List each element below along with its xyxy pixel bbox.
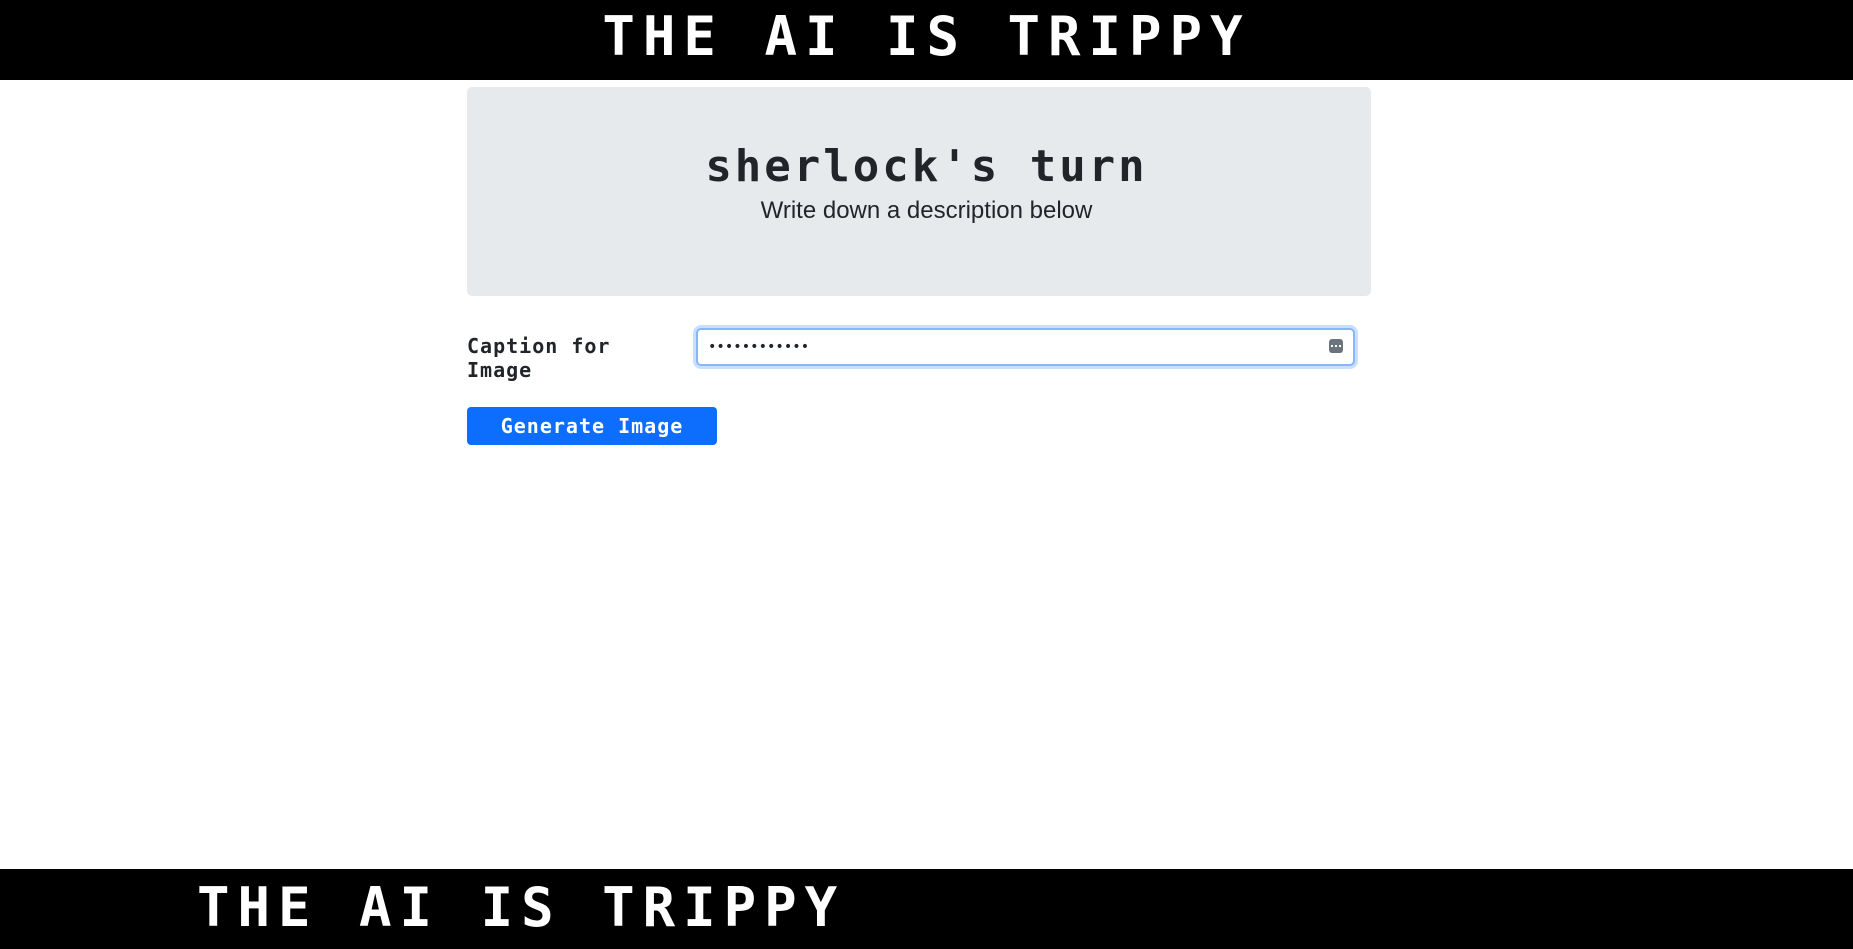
turn-subtitle: Write down a description below	[760, 197, 1093, 224]
turn-title: sherlock's turn	[705, 141, 1148, 192]
generate-image-button[interactable]: Generate Image	[467, 407, 717, 445]
site-title: THE AI IS TRIPPY	[602, 5, 1251, 68]
caption-label: Caption for Image	[467, 334, 611, 382]
key-icon[interactable]	[1329, 339, 1343, 353]
footer-title: THE AI IS TRIPPY	[197, 876, 846, 939]
caption-input[interactable]	[708, 330, 1268, 364]
caption-field[interactable]	[696, 328, 1355, 366]
